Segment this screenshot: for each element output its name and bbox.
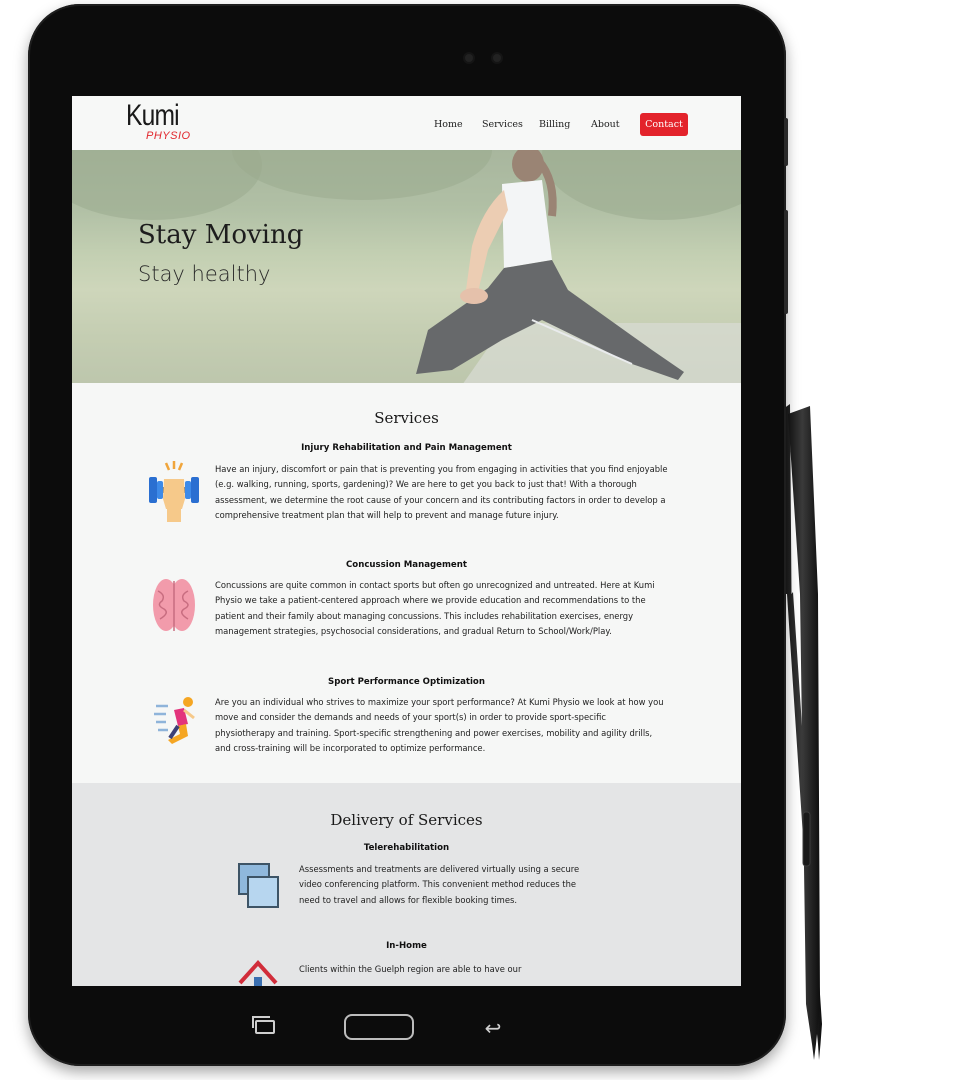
service-title: Sport Performance Optimization xyxy=(328,677,485,687)
service-description: Have an injury, discomfort or pain that … xyxy=(215,464,668,520)
hero-title: Stay Moving xyxy=(138,220,304,250)
dumbbell-fist-icon xyxy=(148,459,200,527)
front-camera-icon xyxy=(465,54,473,62)
navbar: Kumi PHYSIO Home Services Billing About … xyxy=(72,96,741,150)
services-section: Services Injury Rehabilitation and Pain … xyxy=(72,383,741,783)
contact-button[interactable]: Contact xyxy=(640,113,688,136)
nav-billing-link[interactable]: Billing xyxy=(539,119,570,130)
hero-banner: Stay Moving Stay healthy xyxy=(72,150,741,383)
delivery-description: Clients within the Guelph region are abl… xyxy=(299,964,522,974)
logo-subtext: PHYSIO xyxy=(146,130,191,142)
delivery-section: Delivery of Services Telerehabilitation … xyxy=(72,783,741,986)
recent-apps-icon[interactable] xyxy=(252,1016,275,1034)
volume-button xyxy=(784,118,788,166)
hero-subtitle: Stay healthy xyxy=(138,262,271,286)
browser-viewport: Kumi PHYSIO Home Services Billing About … xyxy=(72,96,741,986)
home-button[interactable] xyxy=(344,1014,414,1040)
power-button xyxy=(784,210,788,314)
nav-home-link[interactable]: Home xyxy=(434,119,463,130)
house-icon xyxy=(238,959,278,986)
runner-icon xyxy=(154,696,198,756)
delivery-title: Telerehabilitation xyxy=(363,843,450,853)
logo-text[interactable]: Kumi xyxy=(126,99,180,133)
delivery-description: Assessments and treatments are delivered… xyxy=(299,864,580,905)
nav-services-link[interactable]: Services xyxy=(482,119,523,130)
service-description: Concussions are quite common in contact … xyxy=(215,580,655,636)
service-description: Are you an individual who strives to max… xyxy=(215,697,664,753)
service-title: Concussion Management xyxy=(346,560,467,570)
services-heading: Services xyxy=(374,409,439,427)
delivery-heading: Delivery of Services xyxy=(330,811,483,829)
nav-about-link[interactable]: About xyxy=(591,119,620,130)
stylus-pen xyxy=(786,404,822,1064)
service-title: Injury Rehabilitation and Pain Managemen… xyxy=(301,443,512,453)
video-windows-icon xyxy=(238,863,282,919)
sensor-icon xyxy=(493,54,501,62)
back-icon[interactable]: ↩ xyxy=(482,1018,504,1038)
brain-icon xyxy=(152,577,196,639)
delivery-title: In-Home xyxy=(386,941,427,951)
